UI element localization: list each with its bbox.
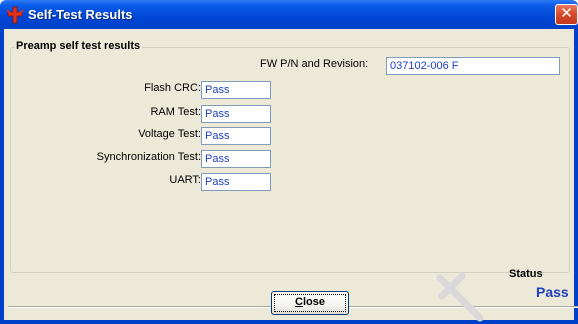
status-label: Status xyxy=(509,268,543,280)
flash-crc-label: Flash CRC: xyxy=(144,82,201,94)
window-frame-bottom xyxy=(0,320,578,324)
ram-test-label: RAM Test: xyxy=(150,106,201,118)
window-title: Self-Test Results xyxy=(28,7,133,22)
group-title: Preamp self test results xyxy=(14,40,143,52)
uart-label: UART: xyxy=(169,174,201,186)
title-bar[interactable]: Self-Test Results ✕ xyxy=(0,0,578,29)
dialog-client-area: Preamp self test results FW P/N and Revi… xyxy=(4,29,578,320)
flash-crc-field[interactable]: Pass xyxy=(201,81,271,99)
close-button-mnemonic: C xyxy=(295,296,303,308)
close-button-label: lose xyxy=(302,296,325,308)
window-frame-right xyxy=(574,29,578,324)
uart-field[interactable]: Pass xyxy=(201,173,271,191)
close-button[interactable]: Close xyxy=(271,291,349,315)
fw-revision-field[interactable]: 037102-006 F xyxy=(386,57,560,75)
window-close-button[interactable]: ✕ xyxy=(555,4,578,25)
self-test-dialog: Self-Test Results ✕ Preamp self test res… xyxy=(0,0,578,324)
voltage-test-label: Voltage Test: xyxy=(138,128,201,140)
voltage-test-field[interactable]: Pass xyxy=(201,127,271,145)
ram-test-field[interactable]: Pass xyxy=(201,105,271,123)
fw-revision-label: FW P/N and Revision: xyxy=(260,58,369,70)
red-cross-icon xyxy=(6,6,24,24)
synchronization-test-field[interactable]: Pass xyxy=(201,150,271,168)
synchronization-test-label: Synchronization Test: xyxy=(96,151,201,163)
preamp-results-group xyxy=(10,47,570,273)
status-value: Pass xyxy=(536,284,569,300)
